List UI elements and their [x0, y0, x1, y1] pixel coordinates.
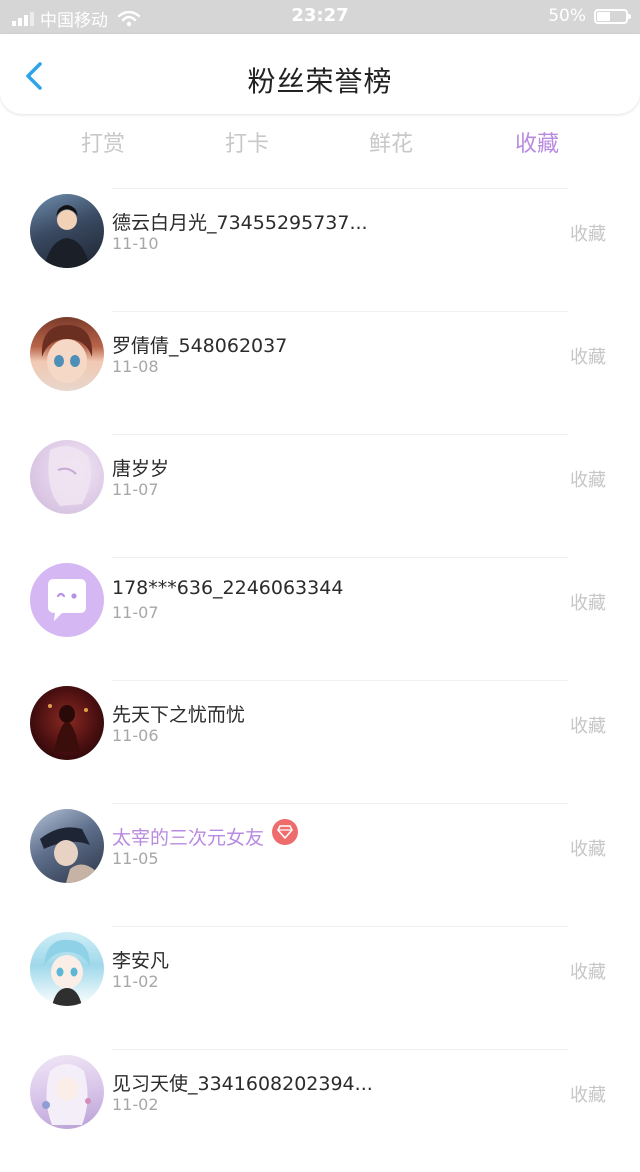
status-right: 50%	[548, 6, 631, 26]
user-name: 唐岁岁	[112, 458, 170, 480]
user-name: 太宰的三次元女友	[112, 827, 265, 849]
divider	[112, 1049, 568, 1050]
list-item[interactable]: 178***636_2246063344 11-07 收藏	[0, 557, 640, 680]
user-name: 178***636_2246063344	[112, 577, 344, 599]
favorite-tag: 收藏	[570, 224, 606, 245]
user-name: 见习天使_3341608202394...	[112, 1073, 373, 1095]
tab-favorites[interactable]: 收藏	[515, 126, 559, 158]
user-name: 罗倩倩_548062037	[112, 335, 288, 357]
status-time: 23:27	[291, 5, 349, 26]
avatar[interactable]	[30, 440, 104, 514]
tab-flowers[interactable]: 鲜花	[369, 126, 413, 158]
tab-reward[interactable]: 打赏	[81, 126, 125, 158]
date-label: 11-10	[112, 234, 159, 253]
date-label: 11-02	[112, 972, 159, 991]
avatar[interactable]	[30, 194, 104, 268]
avatar[interactable]	[30, 686, 104, 760]
avatar[interactable]	[30, 932, 104, 1006]
divider	[112, 311, 568, 312]
date-label: 11-05	[112, 849, 159, 868]
status-bar: 中国移动 23:27 50%	[0, 0, 640, 34]
date-label: 11-02	[112, 1095, 159, 1114]
user-name: 李安凡	[112, 950, 170, 972]
favorite-tag: 收藏	[570, 1085, 606, 1106]
divider	[112, 434, 568, 435]
date-label: 11-08	[112, 357, 159, 376]
battery-icon	[594, 8, 631, 24]
favorite-tag: 收藏	[570, 839, 606, 860]
favorite-tag: 收藏	[570, 716, 606, 737]
list-item[interactable]: 罗倩倩_548062037 11-08 收藏	[0, 311, 640, 434]
divider	[112, 557, 568, 558]
divider	[112, 680, 568, 681]
list-item[interactable]: 李安凡 11-02 收藏	[0, 926, 640, 1049]
avatar[interactable]	[30, 563, 104, 637]
list-item[interactable]: 见习天使_3341608202394... 11-02 收藏	[0, 1049, 640, 1172]
nav-bar: 粉丝荣誉榜	[0, 34, 640, 114]
date-label: 11-06	[112, 726, 159, 745]
favorite-tag: 收藏	[570, 962, 606, 983]
list-item[interactable]: 太宰的三次元女友 11-05 收藏	[0, 803, 640, 926]
list-item[interactable]: 先天下之忧而忧 11-06 收藏	[0, 680, 640, 803]
divider	[112, 926, 568, 927]
tab-bar: 打赏 打卡 鲜花 收藏	[0, 124, 640, 164]
tab-checkin[interactable]: 打卡	[225, 126, 269, 158]
diamond-icon	[272, 819, 298, 845]
list-item[interactable]: 唐岁岁 11-07 收藏	[0, 434, 640, 557]
user-name: 德云白月光_73455295737...	[112, 212, 368, 234]
favorite-tag: 收藏	[570, 593, 606, 614]
page-title: 粉丝荣誉榜	[247, 65, 393, 98]
battery-percent: 50%	[548, 6, 586, 26]
avatar[interactable]	[30, 1055, 104, 1129]
divider	[112, 803, 568, 804]
avatar[interactable]	[30, 809, 104, 883]
user-name: 先天下之忧而忧	[112, 704, 246, 726]
date-label: 11-07	[112, 480, 159, 499]
list-item[interactable]: 德云白月光_73455295737... 11-10 收藏	[0, 188, 640, 311]
favorite-tag: 收藏	[570, 347, 606, 368]
date-label: 11-07	[112, 603, 159, 622]
chat-bubble-icon	[48, 579, 86, 621]
favorite-tag: 收藏	[570, 470, 606, 491]
avatar[interactable]	[30, 317, 104, 391]
divider	[112, 188, 568, 189]
